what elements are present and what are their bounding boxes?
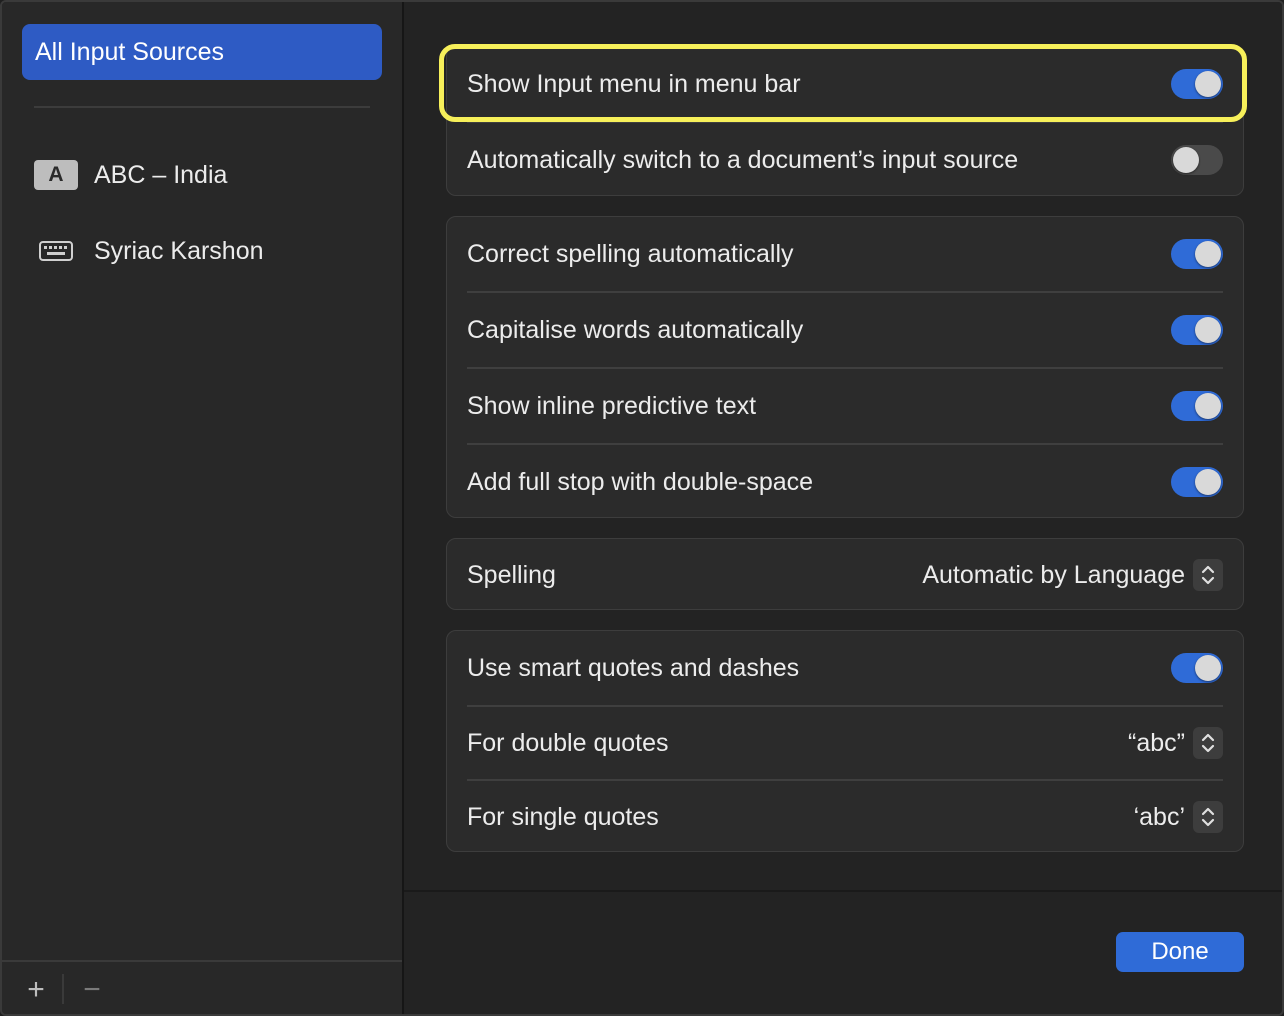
letter-a-icon: A xyxy=(34,160,78,190)
smart-quotes-label: Use smart quotes and dashes xyxy=(467,653,800,682)
toggle-knob xyxy=(1195,71,1221,97)
smart-quotes-row: Use smart quotes and dashes xyxy=(467,631,1223,705)
toggle-knob xyxy=(1195,469,1221,495)
sidebar-item-abc-india[interactable]: A ABC – India xyxy=(34,150,227,200)
smart-quotes-group: Use smart quotes and dashes For double q… xyxy=(446,630,1244,852)
capitalise-words-label: Capitalise words automatically xyxy=(467,315,804,344)
footer-divider xyxy=(404,890,1282,892)
double-quotes-row: For double quotes “abc” xyxy=(467,707,1223,779)
chevron-up-down-icon xyxy=(1193,801,1223,833)
toolbar-divider xyxy=(62,974,64,1004)
correct-spelling-toggle[interactable] xyxy=(1171,239,1223,269)
sidebar-divider xyxy=(34,106,370,108)
sidebar: All Input Sources A ABC – India Syriac K… xyxy=(2,2,404,1014)
auto-switch-label: Automatically switch to a document’s inp… xyxy=(467,145,1019,174)
toggle-knob xyxy=(1195,655,1221,681)
spelling-value: Automatic by Language xyxy=(922,560,1185,589)
spelling-group: Spelling Automatic by Language xyxy=(446,538,1244,610)
show-input-menu-toggle[interactable] xyxy=(1171,69,1223,99)
remove-input-source-button[interactable]: − xyxy=(72,970,112,1010)
capitalise-words-row: Capitalise words automatically xyxy=(467,293,1223,367)
single-quotes-value: ‘abc’ xyxy=(1133,802,1185,831)
auto-switch-row: Automatically switch to a document’s inp… xyxy=(467,123,1223,197)
spelling-select[interactable]: Automatic by Language xyxy=(922,559,1223,591)
text-correction-group: Correct spelling automatically Capitalis… xyxy=(446,216,1244,518)
predictive-text-row: Show inline predictive text xyxy=(467,369,1223,443)
predictive-text-label: Show inline predictive text xyxy=(467,391,757,420)
done-button[interactable]: Done xyxy=(1116,932,1244,972)
chevron-up-down-icon xyxy=(1193,559,1223,591)
spelling-label: Spelling xyxy=(467,560,556,589)
sidebar-item-label: All Input Sources xyxy=(35,38,224,66)
sidebar-item-all-input-sources[interactable]: All Input Sources xyxy=(22,24,382,80)
chevron-up-down-icon xyxy=(1193,727,1223,759)
keyboard-icon xyxy=(34,236,78,266)
input-sources-window: All Input Sources A ABC – India Syriac K… xyxy=(0,0,1284,1016)
settings-panel: Show Input menu in menu bar Automaticall… xyxy=(404,2,1282,1014)
full-stop-row: Add full stop with double-space xyxy=(467,445,1223,519)
smart-quotes-toggle[interactable] xyxy=(1171,653,1223,683)
show-input-menu-label: Show Input menu in menu bar xyxy=(467,69,801,98)
add-input-source-button[interactable]: + xyxy=(16,970,56,1010)
full-stop-toggle[interactable] xyxy=(1171,467,1223,497)
predictive-text-toggle[interactable] xyxy=(1171,391,1223,421)
double-quotes-select[interactable]: “abc” xyxy=(1128,727,1223,759)
toggle-knob xyxy=(1195,241,1221,267)
auto-switch-toggle[interactable] xyxy=(1171,145,1223,175)
correct-spelling-label: Correct spelling automatically xyxy=(467,239,794,268)
toggle-knob xyxy=(1195,317,1221,343)
toggle-knob xyxy=(1195,393,1221,419)
input-menu-group: Show Input menu in menu bar Automaticall… xyxy=(446,46,1244,196)
spelling-row: Spelling Automatic by Language xyxy=(467,539,1223,611)
sidebar-item-label: ABC – India xyxy=(94,160,228,189)
double-quotes-label: For double quotes xyxy=(467,728,669,757)
correct-spelling-row: Correct spelling automatically xyxy=(467,217,1223,291)
capitalise-words-toggle[interactable] xyxy=(1171,315,1223,345)
double-quotes-value: “abc” xyxy=(1128,728,1185,757)
sidebar-toolbar: + − xyxy=(2,960,402,1014)
full-stop-label: Add full stop with double-space xyxy=(467,467,814,496)
single-quotes-row: For single quotes ‘abc’ xyxy=(467,781,1223,853)
sidebar-item-label: Syriac Karshon xyxy=(94,236,264,265)
show-input-menu-row: Show Input menu in menu bar xyxy=(467,47,1223,121)
single-quotes-select[interactable]: ‘abc’ xyxy=(1134,801,1223,833)
sidebar-item-syriac-karshon[interactable]: Syriac Karshon xyxy=(34,226,264,276)
toggle-knob xyxy=(1173,147,1199,173)
single-quotes-label: For single quotes xyxy=(467,802,659,831)
